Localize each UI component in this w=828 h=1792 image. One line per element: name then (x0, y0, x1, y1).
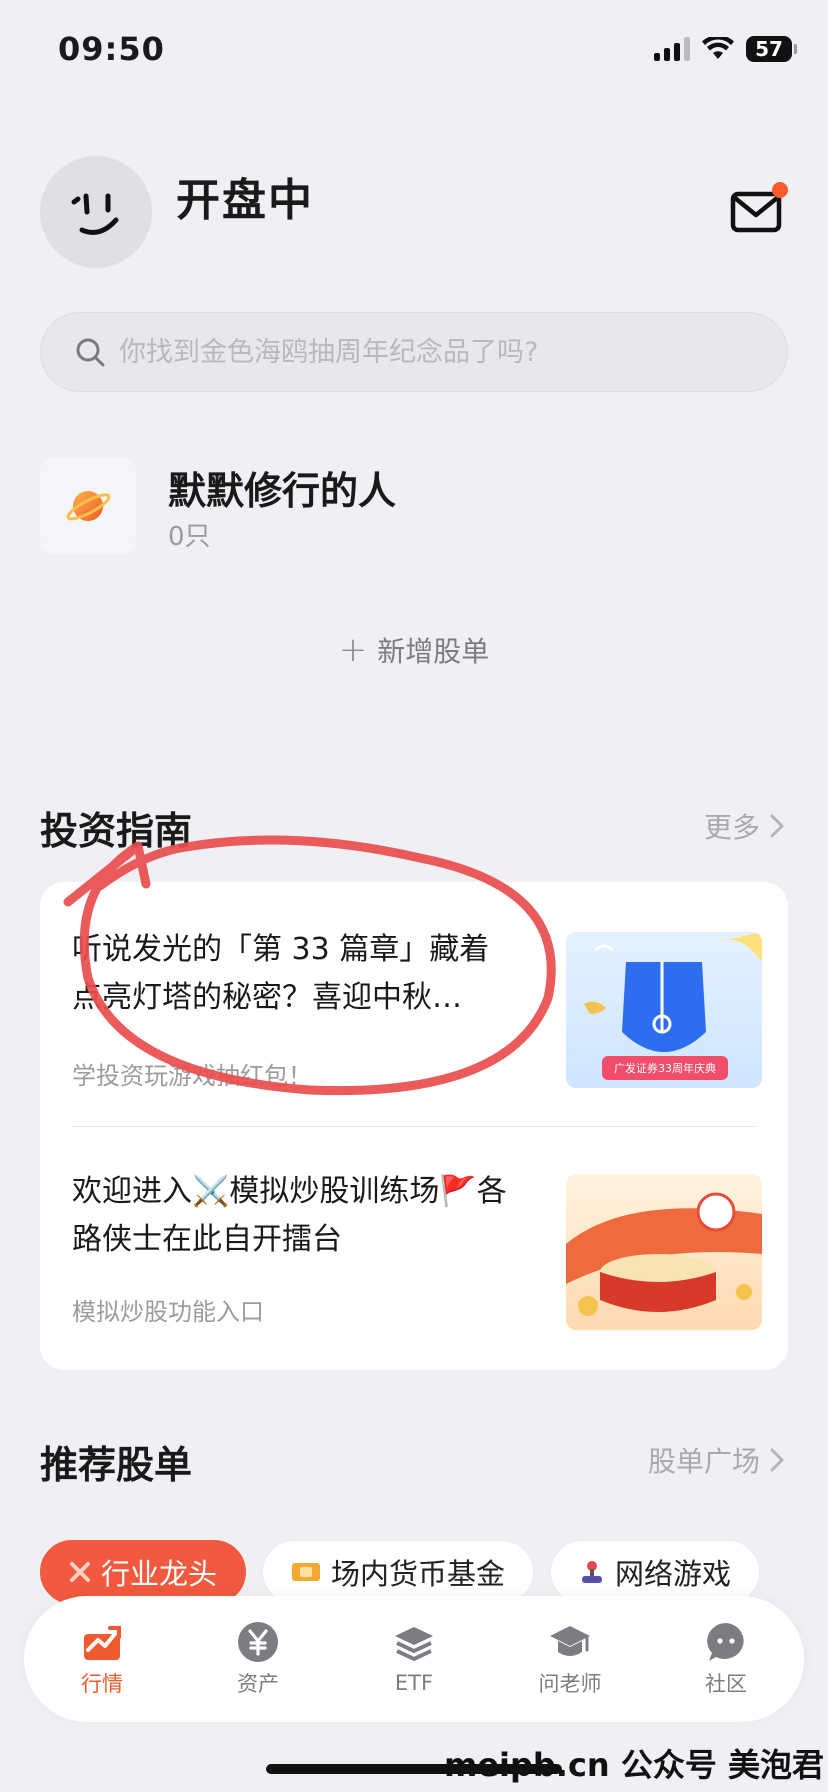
add-watchlist-label: 新增股单 (377, 635, 490, 668)
guide-article[interactable]: 听说发光的「第 33 篇章」藏着点亮灯塔的秘密？喜迎中秋… 学投资玩游戏抽红包！… (72, 926, 762, 1096)
guide-more-label: 更多 (703, 811, 760, 844)
search-bar[interactable] (40, 312, 788, 392)
yuan-icon (238, 1622, 278, 1662)
chip-industry-leader[interactable]: 行业龙头 (40, 1540, 247, 1604)
guide-more-link[interactable]: 更多 (704, 806, 784, 846)
chip-label: 行业龙头 (101, 1557, 218, 1591)
chevron-right-icon (770, 1448, 784, 1472)
guide-card: 听说发光的「第 33 篇章」藏着点亮灯塔的秘密？喜迎中秋… 学投资玩游戏抽红包！… (40, 882, 788, 1370)
tab-community[interactable]: 社区 (666, 1620, 786, 1698)
watchlist-count: 0只 (168, 522, 211, 552)
category-chips: 行业龙头 场内货币基金 网络游戏 (40, 1540, 761, 1604)
chip-label: 场内货币基金 (331, 1557, 506, 1591)
thumbnail-caption: 广发证券33周年庆典 (614, 1061, 716, 1075)
status-icons: 57 (654, 36, 797, 62)
tab-assets[interactable]: 资产 (198, 1620, 318, 1698)
watchlist-icon[interactable] (40, 458, 136, 554)
tab-label: ETF (394, 1671, 434, 1695)
recommended-more-label: 股单广场 (647, 1445, 760, 1478)
guide-article[interactable]: 欢迎进入⚔️模拟炒股训练场🚩各路侠士在此自开擂台 模拟炒股功能入口 (72, 1168, 762, 1330)
layers-icon (395, 1627, 433, 1661)
plus-icon: + (338, 630, 368, 670)
status-bar: 09:50 57 (0, 0, 828, 100)
market-status-title: 开盘中 (176, 175, 314, 226)
tab-ask-teacher[interactable]: 问老师 (510, 1620, 630, 1698)
status-time: 09:50 (58, 30, 165, 68)
chevron-right-icon (770, 814, 784, 838)
planet-icon (66, 491, 111, 521)
tab-etf[interactable]: ETF (354, 1623, 474, 1695)
recommended-section-title: 推荐股单 (40, 1443, 193, 1487)
joystick-icon (582, 1561, 603, 1583)
guide-section-title: 投资指南 (40, 809, 193, 853)
cellular-signal-icon (654, 37, 690, 61)
tab-market[interactable]: 行情 (42, 1620, 162, 1698)
watermark: meipb.cn 公众号 美泡君 (443, 1746, 824, 1784)
tab-label: 行情 (81, 1672, 123, 1696)
chip-online-games[interactable]: 网络游戏 (550, 1540, 761, 1604)
article-thumbnail (566, 1174, 762, 1330)
wifi-icon (702, 37, 734, 59)
article-subtitle: 学投资玩游戏抽红包！ (72, 1062, 312, 1090)
notification-dot (772, 182, 788, 198)
crossed-swords-icon (70, 1562, 90, 1582)
avatar[interactable] (40, 156, 152, 268)
tab-label: 社区 (705, 1672, 747, 1696)
cash-icon (292, 1563, 321, 1581)
add-watchlist-button[interactable]: + 新增股单 (0, 630, 828, 670)
pen-nib-image: 广发证券33周年庆典 (584, 932, 762, 1080)
recommended-more-link[interactable]: 股单广场 (648, 1440, 784, 1480)
chip-money-market-fund[interactable]: 场内货币基金 (262, 1540, 535, 1604)
watchlist-name[interactable]: 默默修行的人 (168, 460, 396, 515)
tab-bar: 行情 资产 ETF 问老师 社区 (24, 1596, 804, 1722)
article-divider (72, 1126, 756, 1127)
article-title: 听说发光的「第 33 篇章」藏着点亮灯塔的秘密？喜迎中秋… (72, 932, 490, 1015)
grad-cap-icon (550, 1626, 590, 1656)
article-thumbnail: 广发证券33周年庆典 (566, 932, 762, 1088)
chat-icon (707, 1623, 744, 1661)
article-title: 欢迎进入⚔️模拟炒股训练场🚩各路侠士在此自开擂台 (72, 1174, 507, 1257)
chip-label: 网络游戏 (615, 1557, 732, 1591)
tab-label: 资产 (237, 1672, 279, 1696)
battery-icon: 57 (746, 36, 797, 62)
search-icon (76, 338, 105, 367)
market-icon (84, 1626, 121, 1660)
drum-stage-image (566, 1192, 762, 1316)
search-input[interactable] (119, 336, 759, 368)
battery-level: 57 (755, 37, 783, 61)
tab-label: 问老师 (538, 1672, 602, 1696)
article-subtitle: 模拟炒股功能入口 (72, 1298, 264, 1326)
smiley-face-icon (71, 193, 119, 235)
